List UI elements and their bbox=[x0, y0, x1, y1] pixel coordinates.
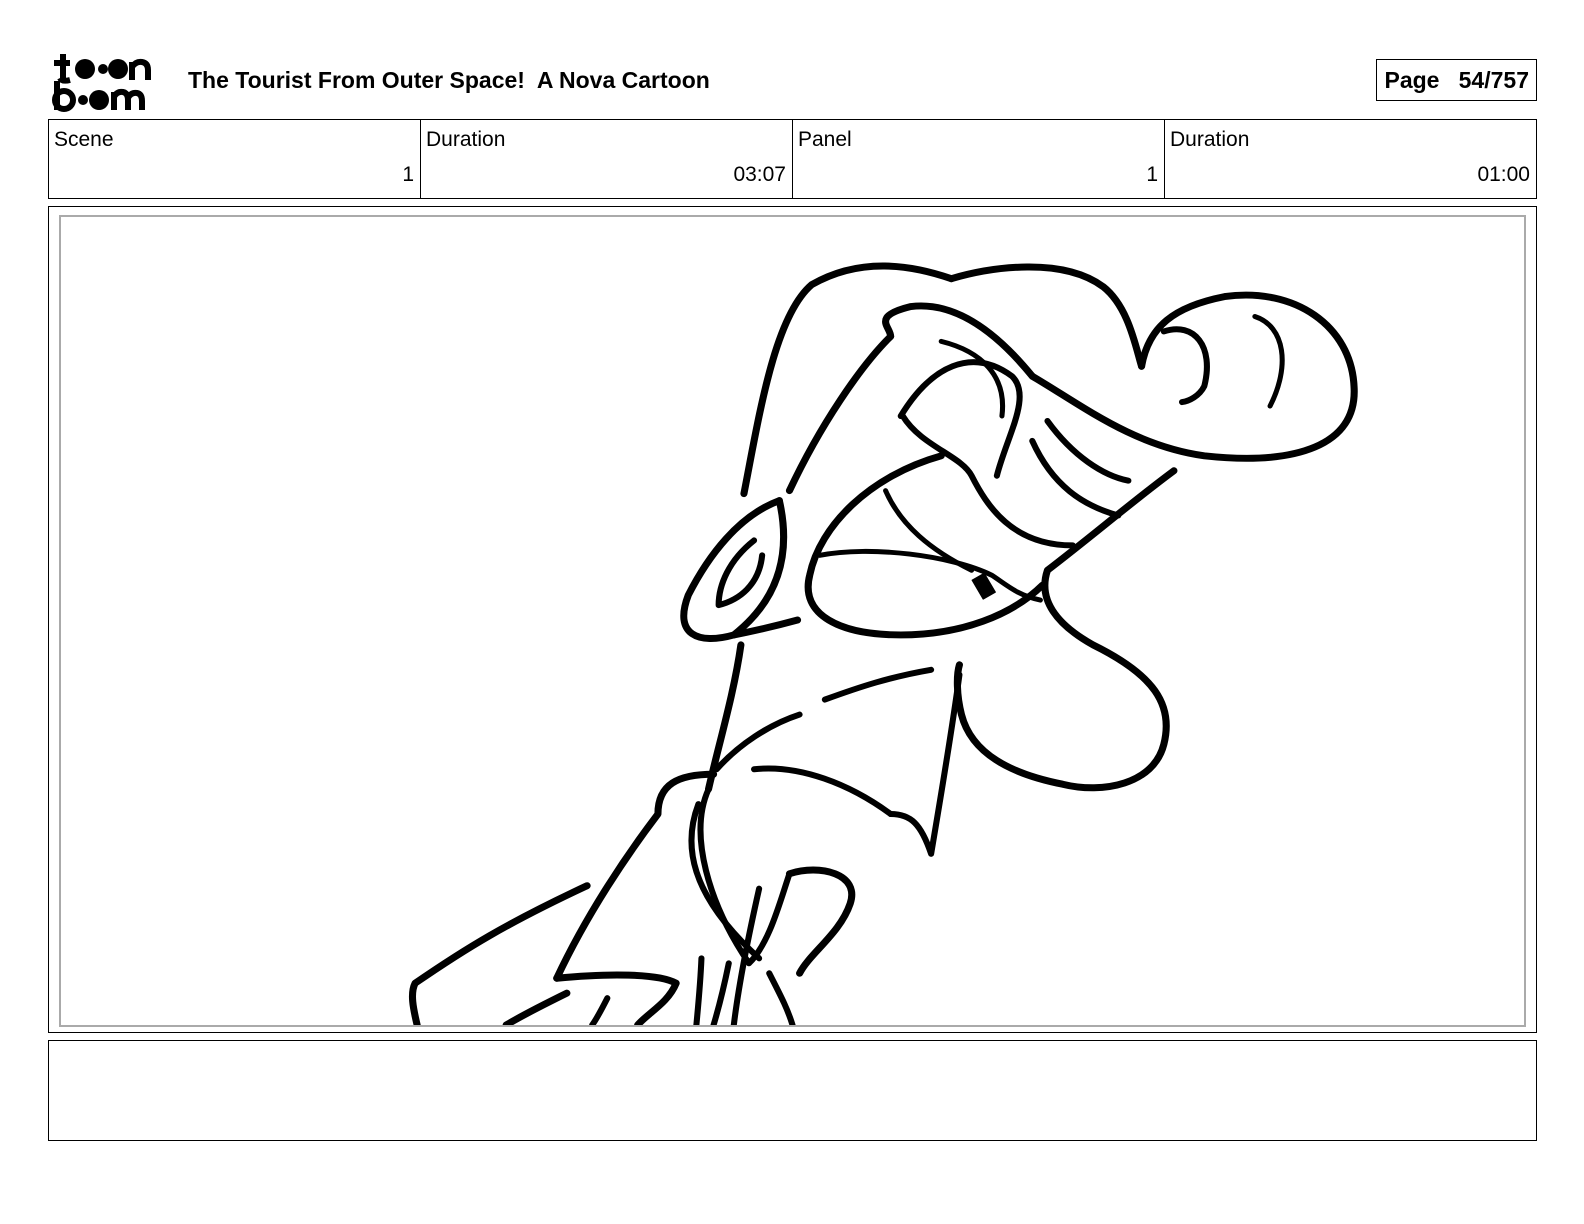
panel-duration-cell: Duration 01:00 bbox=[1165, 120, 1536, 198]
scene-value: 1 bbox=[402, 163, 414, 186]
scene-duration-value: 03:07 bbox=[733, 163, 786, 186]
scene-duration-label: Duration bbox=[426, 128, 506, 151]
toonboom-logo: toonboom bbox=[52, 50, 151, 112]
scene-duration-cell: Duration 03:07 bbox=[421, 120, 793, 198]
scene-cell: Scene 1 bbox=[49, 120, 421, 198]
panel-label: Panel bbox=[798, 128, 852, 151]
page-number-box: Page 54/757 bbox=[1376, 59, 1537, 101]
scene-info-table: Scene 1 Duration 03:07 Panel 1 Duration … bbox=[48, 119, 1537, 199]
panel-duration-label: Duration bbox=[1170, 128, 1250, 151]
character-sketch bbox=[408, 262, 1358, 1025]
page-value: 54/757 bbox=[1458, 67, 1529, 93]
page-header: toonboom The Tourist From Outer Space! A… bbox=[52, 50, 1537, 112]
scene-label: Scene bbox=[54, 128, 114, 151]
panel-cell: Panel 1 bbox=[793, 120, 1165, 198]
panel-duration-value: 01:00 bbox=[1477, 163, 1530, 186]
storyboard-panel-image bbox=[59, 215, 1526, 1027]
storyboard-title: The Tourist From Outer Space! A Nova Car… bbox=[188, 67, 710, 93]
storyboard-panel-frame bbox=[48, 206, 1537, 1033]
panel-notes-box bbox=[48, 1040, 1537, 1141]
panel-value: 1 bbox=[1146, 163, 1158, 186]
svg-text:toonboom: toonboom bbox=[52, 50, 57, 51]
page-label: Page bbox=[1384, 67, 1440, 93]
